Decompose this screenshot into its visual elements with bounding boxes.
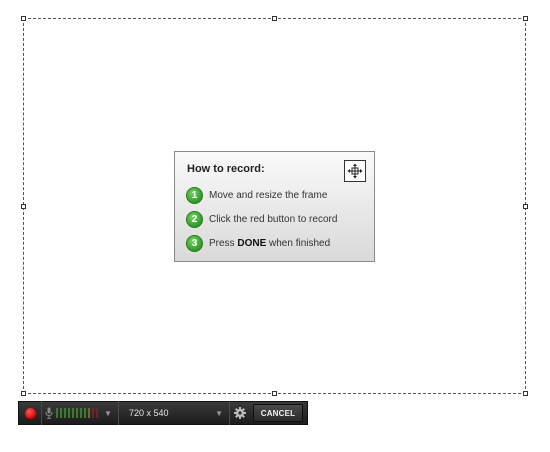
instructions-title: How to record: bbox=[187, 163, 265, 175]
resolution-dropdown[interactable]: 720 x 540 ▼ bbox=[119, 402, 229, 424]
microphone-icon bbox=[45, 407, 53, 419]
instruction-step: 2 Click the red button to record bbox=[186, 209, 363, 229]
step-text: Press DONE when finished bbox=[209, 238, 330, 249]
step-number-badge: 1 bbox=[186, 186, 203, 204]
cancel-button[interactable]: CANCEL bbox=[253, 404, 303, 422]
resize-handle-top-right[interactable] bbox=[523, 16, 528, 21]
move-icon bbox=[347, 163, 363, 179]
resize-handle-top-left[interactable] bbox=[21, 16, 26, 21]
recording-toolbar: ▼ 720 x 540 ▼ CANCEL bbox=[18, 401, 308, 425]
resize-handle-bottom-right[interactable] bbox=[523, 391, 528, 396]
instruction-step: 3 Press DONE when finished bbox=[186, 233, 363, 253]
settings-button[interactable] bbox=[230, 402, 250, 424]
chevron-down-icon: ▼ bbox=[215, 408, 223, 418]
screen-recorder-stage: How to record: 1 Move and resize the fra… bbox=[0, 0, 550, 452]
resolution-value: 720 x 540 bbox=[129, 408, 169, 418]
resize-handle-bottom[interactable] bbox=[272, 391, 277, 396]
record-icon bbox=[24, 407, 36, 419]
step-text-prefix: Press bbox=[209, 237, 238, 249]
step-text-bold: DONE bbox=[237, 237, 267, 249]
resize-handle-right[interactable] bbox=[523, 204, 528, 209]
step-text-suffix: when finished bbox=[266, 237, 331, 249]
audio-level-meter bbox=[56, 408, 100, 418]
record-button[interactable] bbox=[19, 402, 41, 424]
gear-icon bbox=[234, 407, 246, 419]
resize-handle-top[interactable] bbox=[272, 16, 277, 21]
step-number-badge: 2 bbox=[186, 210, 203, 228]
move-frame-button[interactable] bbox=[344, 160, 366, 182]
resize-handle-left[interactable] bbox=[21, 204, 26, 209]
chevron-down-icon: ▼ bbox=[104, 408, 112, 418]
resize-handle-bottom-left[interactable] bbox=[21, 391, 26, 396]
step-text: Move and resize the frame bbox=[209, 189, 328, 201]
step-number-badge: 3 bbox=[186, 234, 203, 252]
instruction-step: 1 Move and resize the frame bbox=[186, 185, 363, 205]
microphone-selector[interactable]: ▼ bbox=[42, 402, 118, 424]
step-text: Click the red button to record bbox=[209, 213, 338, 225]
instructions-panel: How to record: 1 Move and resize the fra… bbox=[174, 151, 375, 262]
